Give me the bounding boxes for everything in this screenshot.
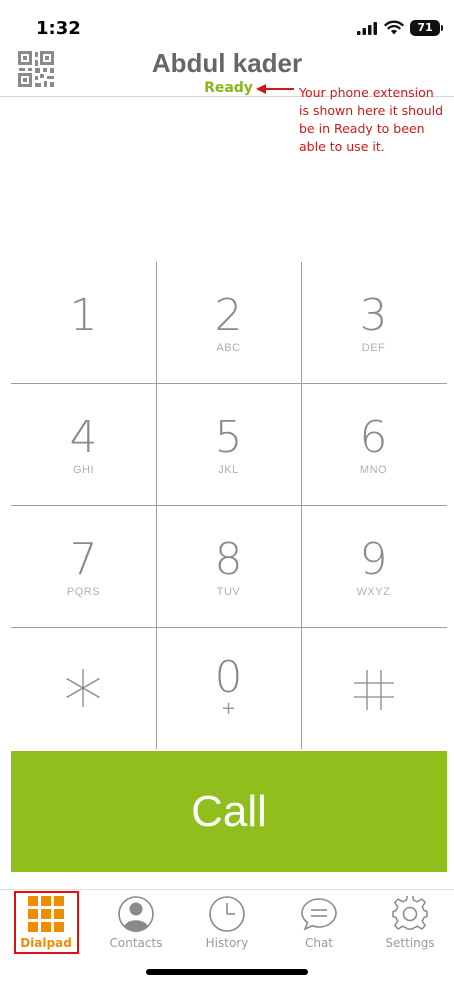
key-star[interactable] xyxy=(11,628,156,749)
clock-icon xyxy=(209,896,245,932)
annotation-line: be in Ready to been xyxy=(299,121,425,136)
key-digit: 4 xyxy=(69,412,98,463)
annotation-line: Your phone extension xyxy=(299,85,434,100)
tab-label: Settings xyxy=(385,936,435,950)
gear-icon xyxy=(392,896,428,930)
asterisk-icon xyxy=(66,669,100,707)
battery-tip xyxy=(441,25,443,31)
tab-label: Contacts xyxy=(109,936,163,950)
cellular-signal-icon xyxy=(357,22,377,35)
status-bar: 1:32 71 xyxy=(0,0,454,44)
annotation-note: Your phone extension is shown here it sh… xyxy=(299,84,454,156)
key-letters: PQRS xyxy=(66,586,101,598)
call-button-label: Call xyxy=(191,787,267,836)
key-digit: 2 xyxy=(214,290,243,341)
key-letters: TUV xyxy=(216,586,241,598)
key-letters: ABC xyxy=(216,342,241,354)
key-digit: 7 xyxy=(69,534,98,585)
key-digit: 3 xyxy=(359,290,388,341)
chat-bubble-icon xyxy=(301,898,337,931)
annotation-line: able to use it. xyxy=(299,139,385,154)
key-letters: DEF xyxy=(361,342,386,354)
dialpad-tab-highlight xyxy=(14,891,79,954)
key-8[interactable]: 8 TUV xyxy=(156,506,301,627)
key-9[interactable]: 9 WXYZ xyxy=(301,506,446,627)
annotation-arrow-icon xyxy=(256,84,294,94)
key-plus: + xyxy=(220,698,237,719)
home-indicator xyxy=(146,969,308,975)
key-digit: 9 xyxy=(359,534,388,585)
key-letters: GHI xyxy=(72,464,95,476)
key-digit: 6 xyxy=(359,412,388,463)
key-letters: JKL xyxy=(218,464,239,476)
key-4[interactable]: 4 GHI xyxy=(11,384,156,505)
key-7[interactable]: 7 PQRS xyxy=(11,506,156,627)
key-digit: 8 xyxy=(214,534,243,585)
tab-label: History xyxy=(205,936,249,950)
key-0[interactable]: 0 + xyxy=(156,628,301,749)
status-time: 1:32 xyxy=(36,18,81,39)
key-2[interactable]: 2 ABC xyxy=(156,262,301,383)
battery-indicator: 71 xyxy=(410,20,440,36)
wifi-icon xyxy=(384,20,404,35)
tab-label: Chat xyxy=(304,936,334,950)
user-name: Abdul kader xyxy=(151,48,303,78)
key-hash[interactable] xyxy=(301,628,446,749)
tab-contacts[interactable]: Contacts xyxy=(91,890,181,956)
contact-person-icon xyxy=(118,896,154,932)
key-6[interactable]: 6 MNO xyxy=(301,384,446,505)
key-digit: 1 xyxy=(69,290,98,341)
tab-chat[interactable]: Chat xyxy=(274,890,364,956)
tab-settings[interactable]: Settings xyxy=(365,890,454,956)
key-digit: 5 xyxy=(214,412,243,463)
call-button[interactable]: Call xyxy=(11,751,447,872)
annotation-line: is shown here it should xyxy=(299,103,444,118)
key-3[interactable]: 3 DEF xyxy=(301,262,446,383)
key-digit: 0 xyxy=(214,652,243,703)
key-letters: WXYZ xyxy=(356,586,391,598)
tab-history[interactable]: History xyxy=(182,890,272,956)
key-5[interactable]: 5 JKL xyxy=(156,384,301,505)
key-letters: MNO xyxy=(359,464,388,476)
hash-icon xyxy=(354,670,394,710)
key-1[interactable]: 1 xyxy=(11,262,156,383)
dialpad: 1 2 ABC 3 DEF 4 GHI 5 JKL 6 MNO 7 PQRS 8… xyxy=(11,262,447,749)
